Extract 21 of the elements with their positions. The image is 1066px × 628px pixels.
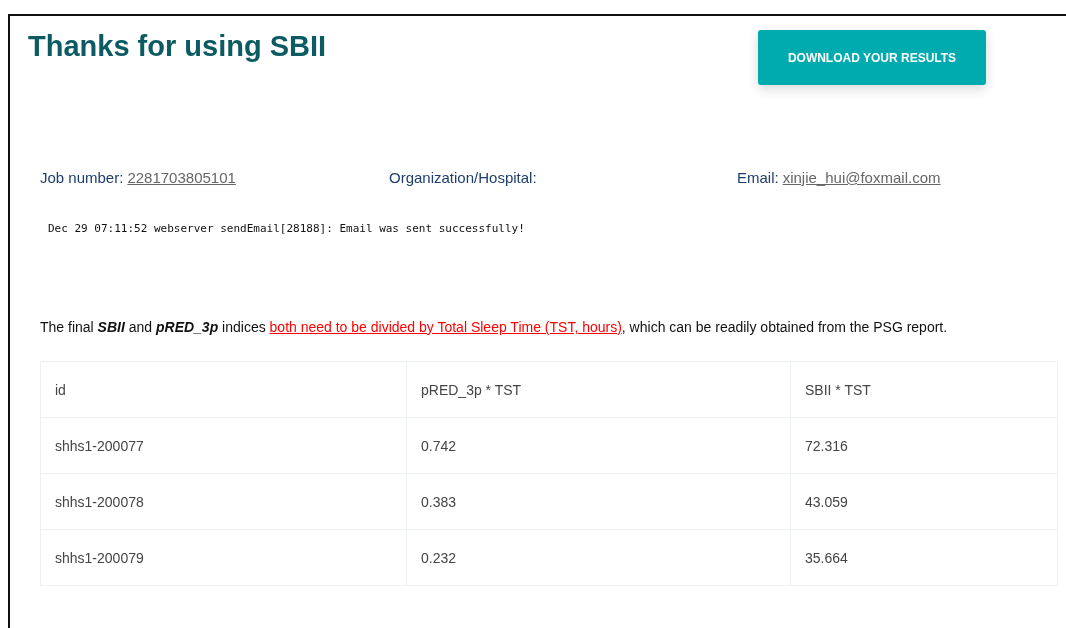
info-link[interactable]: 2281703805101 (127, 169, 236, 186)
table-cell: 35.664 (790, 529, 1058, 586)
table-cell: 0.232 (406, 529, 791, 586)
table-cell: shhs1-200078 (40, 473, 407, 530)
info-label: Job number: (40, 169, 124, 186)
instruction-link[interactable]: both need to be divided by Total Sleep Time (TST, hours) (269, 319, 622, 335)
table-cell: shhs1-200077 (40, 417, 407, 474)
column-header: pRED_3p * TST (406, 361, 791, 418)
table-cell: 43.059 (790, 473, 1058, 530)
table-cell: 72.316 (790, 417, 1058, 474)
instruction-text: The final SBII and pRED_3p indices both need to be divided by Total Sleep Time (TST, hours), which can be readily obtained from the PSG report. (40, 319, 949, 335)
info-label: Email: (737, 169, 779, 186)
page-title: Thanks for using SBII (28, 30, 328, 63)
column-header: id (40, 361, 407, 418)
info-link[interactable]: xinjie_hui@foxmail.com (782, 169, 941, 186)
table-cell: 0.742 (406, 417, 791, 474)
column-header: SBII * TST (790, 361, 1058, 418)
log-message: Dec 29 07:11:52 webserver sendEmail[28188]: Email was sent successfully! (48, 222, 526, 235)
table-cell: 0.383 (406, 473, 791, 530)
info-label: Organization/Hospital: (389, 169, 537, 186)
table-cell: shhs1-200079 (40, 529, 407, 586)
